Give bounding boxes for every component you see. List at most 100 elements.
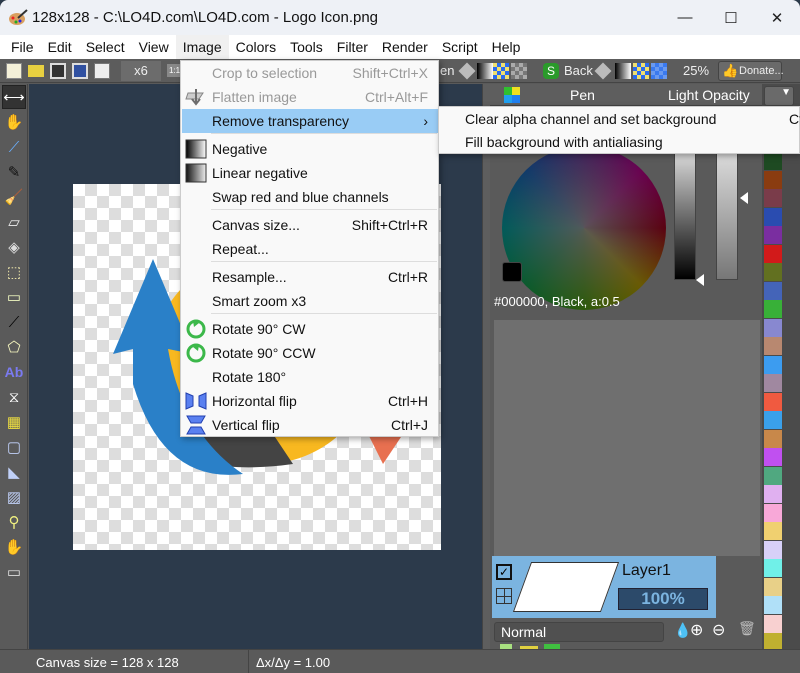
opacity-slider-handle[interactable] [740,192,748,204]
layer-grid-icon[interactable] [496,588,512,604]
palette-swatch[interactable] [764,614,782,633]
palette-menu-button[interactable]: ▼ [764,86,794,106]
new-file-icon[interactable] [6,62,22,79]
pan-tool-icon[interactable]: ⟷ [2,85,26,109]
palette-swatch[interactable] [764,355,782,374]
palette-swatch[interactable] [764,318,782,337]
palette-swatch[interactable] [764,226,782,244]
palette-swatch[interactable] [764,540,782,559]
back-gradient-icon[interactable] [615,62,631,79]
menu-item-rotate-180[interactable]: Rotate 180° [182,365,438,389]
panel-splitter[interactable] [482,84,490,649]
menu-render[interactable]: Render [375,35,435,59]
color-picker-icon[interactable]: ⟋ [2,135,26,159]
close-button[interactable]: ✕ [754,0,800,35]
palette-swatch[interactable] [764,189,782,207]
menu-item-resample[interactable]: Resample... Ctrl+R [182,265,438,289]
polygon-tool-icon[interactable]: ⬠ [2,335,26,359]
palette-swatch[interactable] [764,281,782,300]
layers-list[interactable] [494,320,760,556]
layer-opacity[interactable]: 100% [618,588,708,610]
menu-item-crop-to-selection[interactable]: Crop to selection Shift+Ctrl+X [182,61,438,85]
broom-tool-icon[interactable]: 🧹 [2,185,26,209]
palette-swatch[interactable] [764,263,782,281]
layer-row[interactable]: ✓ Layer1 100% [492,556,716,618]
palette-swatch[interactable] [764,392,782,411]
back-transparent-icon[interactable] [651,62,667,79]
pen-bucket-icon[interactable] [458,62,476,79]
palette-swatch[interactable] [764,337,782,355]
menu-filter[interactable]: Filter [330,35,375,59]
deform-tool-icon[interactable]: ⧖ [2,385,26,409]
menu-tools[interactable]: Tools [283,35,330,59]
palette-swatch[interactable] [764,152,782,170]
menu-item-remove-transparency[interactable]: Remove transparency › [182,109,438,133]
pen-select-icon[interactable]: ▨ [2,485,26,509]
palette-swatch[interactable] [764,207,782,226]
move-selection-icon[interactable]: ✋ [2,535,26,559]
menu-view[interactable]: View [132,35,176,59]
pen-gradient-icon[interactable] [477,62,493,79]
palette-swatch[interactable] [764,596,782,614]
menu-item-rotate-90-cw[interactable]: Rotate 90° CW [182,317,438,341]
save-as-icon[interactable] [72,62,88,79]
eraser-tool-icon[interactable]: ▱ [2,210,26,234]
menu-edit[interactable]: Edit [41,35,79,59]
menu-help[interactable]: Help [485,35,528,59]
rectangle-tool-icon[interactable]: ▭ [2,285,26,309]
palette-swatch[interactable] [764,503,782,522]
menu-image[interactable]: Image [175,35,229,59]
pen-tool-icon[interactable]: ✎ [2,160,26,184]
rotate-selection-icon[interactable]: ▭ [2,560,26,584]
pen-pattern-icon[interactable] [493,62,509,79]
color-wheel[interactable] [502,146,666,310]
palette-swatch[interactable] [764,374,782,392]
minimize-button[interactable]: — [662,0,708,35]
save-icon[interactable] [50,62,66,79]
palette-swatch[interactable] [764,170,782,189]
palette-swatch[interactable] [764,429,782,448]
layer-visible-checkbox[interactable]: ✓ [496,564,512,580]
texture-map-icon[interactable]: ▦ [2,410,26,434]
menu-item-horizontal-flip[interactable]: Horizontal flip Ctrl+H [182,389,438,413]
palette-swatch[interactable] [764,522,782,540]
zoom-in-icon[interactable]: ⊕ [690,620,703,640]
opacity-slider[interactable] [716,150,738,280]
menu-select[interactable]: Select [79,35,132,59]
swap-colors-icon[interactable]: S [543,62,559,79]
palette-swatch[interactable] [764,244,782,263]
fill-bucket-icon[interactable]: ◈ [2,235,26,259]
submenu-item-fill-background[interactable]: Fill background with antialiasing [465,134,663,150]
pen-transparent-icon[interactable] [511,62,527,79]
menu-item-rotate-90-ccw[interactable]: Rotate 90° CCW [182,341,438,365]
menu-item-negative[interactable]: Negative [182,137,438,161]
zoom-factor[interactable]: x6 [121,60,161,81]
submenu-item-clear-alpha[interactable]: Clear alpha channel and set background [465,111,716,127]
menu-item-flatten-image[interactable]: Flatten image Ctrl+Alt+F [182,85,438,109]
menu-item-linear-negative[interactable]: Linear negative [182,161,438,185]
back-pattern-icon[interactable] [633,62,649,79]
lightness-slider-handle[interactable] [696,274,704,286]
menu-file[interactable]: File [4,35,41,59]
menu-item-repeat[interactable]: Repeat... [182,237,438,261]
palette-swatch[interactable] [764,448,782,466]
copy-icon[interactable] [94,62,110,79]
hand-tool-icon[interactable]: ✋ [2,110,26,134]
selection-pointer-icon[interactable]: ⬚ [2,260,26,284]
menu-item-smart-zoom-x3[interactable]: Smart zoom x3 [182,289,438,313]
menu-item-canvas-size[interactable]: Canvas size... Shift+Ctrl+R [182,213,438,237]
palette-swatch[interactable] [764,485,782,503]
magic-wand-icon[interactable]: ⚲ [2,510,26,534]
maximize-button[interactable]: ☐ [708,0,754,35]
menu-item-vertical-flip[interactable]: Vertical flip Ctrl+J [182,413,438,437]
rect-select-icon[interactable]: ▢ [2,435,26,459]
palette-swatch[interactable] [764,577,782,596]
layer-opacity-icon[interactable]: 💧 [674,622,691,639]
color-mode-icon[interactable] [504,87,520,103]
current-color-swatch[interactable] [502,262,522,282]
back-bucket-icon[interactable] [594,62,612,79]
palette-swatch[interactable] [764,559,782,577]
palette-swatch[interactable] [764,466,782,485]
zoom-out-icon[interactable]: ⊖ [712,620,725,640]
menu-item-swap-red-and-blue-channels[interactable]: Swap red and blue channels [182,185,438,209]
